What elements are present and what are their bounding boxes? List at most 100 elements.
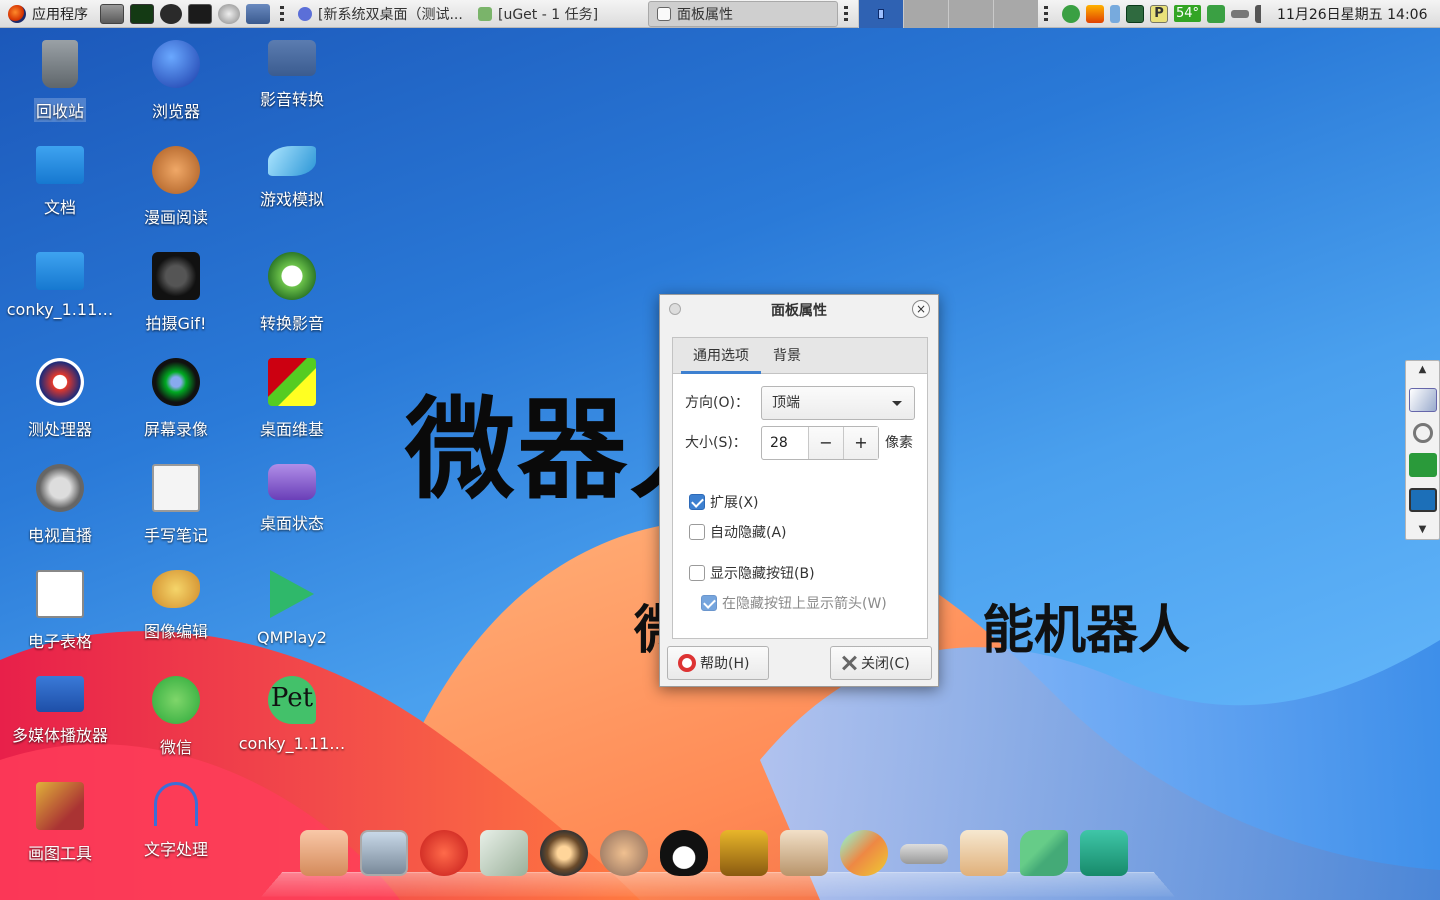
close-icon[interactable]: ×	[912, 300, 930, 318]
workspace-4[interactable]	[993, 0, 1038, 28]
screen-share-icon[interactable]	[1126, 4, 1144, 23]
dialog-title: 面板属性	[771, 303, 827, 319]
scroll-down-icon[interactable]: ▼	[1409, 523, 1437, 537]
workspace-2[interactable]	[903, 0, 948, 28]
desktop-icon-media-player[interactable]: 多媒体播放器	[2, 668, 118, 768]
scroll-up-icon[interactable]: ▲	[1409, 363, 1437, 377]
puppy-icon[interactable]	[960, 830, 1008, 876]
terminal-icon[interactable]	[188, 3, 212, 24]
volume-icon[interactable]	[1255, 4, 1273, 23]
paint-palette-icon[interactable]	[840, 830, 888, 876]
desktop-icon-desktop-wiki[interactable]: 桌面维基	[234, 350, 350, 450]
orientation-select[interactable]: 顶端	[761, 386, 915, 420]
address-book-icon[interactable]	[720, 830, 768, 876]
camera-app-icon[interactable]	[1080, 830, 1128, 876]
desktop-icon-conky-folder[interactable]: conky_1.11…	[2, 244, 118, 344]
desktop-icon-documents[interactable]: 文档	[2, 138, 118, 238]
desktop-icon-label: 电视直播	[27, 526, 92, 545]
remote-desktop-icon[interactable]	[1408, 488, 1437, 513]
applications-menu-button[interactable]: 应用程序	[0, 0, 96, 28]
expand-checkbox[interactable]	[689, 494, 705, 510]
battery-icon[interactable]	[1231, 9, 1250, 18]
magnifier-icon[interactable]	[1412, 422, 1433, 443]
pet-cat-icon[interactable]	[420, 830, 468, 876]
desktop-icon-video-convert[interactable]: 影音转换	[234, 32, 350, 132]
desktop-icon-game-emulator[interactable]: 游戏模拟	[234, 138, 350, 238]
dock	[300, 830, 1128, 876]
window-menu-icon[interactable]	[669, 303, 681, 315]
word-processor-icon	[154, 782, 198, 826]
download-icon[interactable]	[1207, 4, 1226, 23]
panel-separator-handle[interactable]	[1044, 5, 1048, 22]
dialog-titlebar[interactable]: 面板属性 ×	[660, 295, 938, 325]
desktop-icon-gif-capture[interactable]: 拍摄Gif!	[118, 244, 234, 344]
desktop-icon-comic-reader[interactable]: 漫画阅读	[118, 138, 234, 238]
expand-checkbox-row[interactable]: 扩展(X)	[689, 492, 759, 512]
desktop-icon-word-processor[interactable]: 文字处理	[118, 774, 234, 874]
workspace-1[interactable]	[858, 0, 903, 28]
desktop-icon-spreadsheet[interactable]: 电子表格	[2, 562, 118, 662]
autohide-checkbox-row[interactable]: 自动隐藏(A)	[689, 522, 787, 542]
close-button[interactable]: 关闭(C)	[830, 646, 932, 680]
hourglass-icon[interactable]	[1110, 4, 1120, 23]
tab-background[interactable]: 背景	[761, 338, 813, 373]
desktop-icon-qmplay2[interactable]: QMPlay2	[234, 562, 350, 662]
network-share-icon[interactable]	[246, 3, 270, 24]
paint-tool-icon	[36, 782, 84, 830]
notes-icon[interactable]	[1408, 387, 1437, 412]
comic-reader-icon	[152, 146, 200, 194]
size-decrement-button[interactable]: −	[808, 427, 843, 459]
p-indicator-icon[interactable]: P	[1150, 4, 1168, 23]
show-hide-buttons-checkbox[interactable]	[689, 565, 705, 581]
penguin-icon[interactable]	[660, 830, 708, 876]
system-monitor-icon[interactable]	[100, 3, 124, 24]
settings-gear-icon[interactable]	[218, 3, 240, 24]
desktop-icon-paint-tool[interactable]: 画图工具	[2, 774, 118, 874]
side-launcher-panel: ▲ ▼	[1405, 360, 1440, 540]
desktop-icon-handwriting-notes[interactable]: 手写笔记	[118, 456, 234, 556]
users-icon[interactable]	[600, 830, 648, 876]
size-input[interactable]: 28	[762, 427, 808, 459]
size-increment-button[interactable]: +	[843, 427, 878, 459]
panel-separator-handle[interactable]	[844, 5, 848, 22]
help-button[interactable]: 帮助(H)	[667, 646, 769, 680]
desktop-icon-trash[interactable]: 回收站	[2, 32, 118, 132]
desktop-icon-label: 拍摄Gif!	[145, 314, 207, 333]
audio-player-icon[interactable]	[540, 830, 588, 876]
cloud-sync-icon[interactable]	[1062, 4, 1080, 23]
computer-icon[interactable]	[360, 830, 408, 876]
cpu-graph-icon[interactable]	[130, 3, 154, 24]
desktop-icon-image-editor[interactable]: 图像编辑	[118, 562, 234, 662]
clock[interactable]: 11月26日星期五 14:06	[1273, 4, 1427, 24]
handwriting-notes-icon	[152, 464, 200, 512]
desktop-icon-cpu-test[interactable]: 测处理器	[2, 350, 118, 450]
download-manager-icon[interactable]	[1408, 453, 1437, 478]
desktop-icon-browser[interactable]: 浏览器	[118, 32, 234, 132]
network-tool-icon[interactable]	[1020, 830, 1068, 876]
desktop-icon-conky-pet[interactable]: Pet conky_1.11…	[234, 668, 350, 768]
desktop-icon-desktop-status[interactable]: 桌面状态	[234, 456, 350, 556]
file-manager-icon[interactable]	[300, 830, 348, 876]
taskbar-item-uget[interactable]: [uGet - 1 任务]	[470, 1, 640, 27]
usb-drive-icon[interactable]	[900, 844, 948, 864]
desktop-icon-media-convert[interactable]: 转换影音	[234, 244, 350, 344]
taskbar-item-panel-properties[interactable]: 面板属性	[648, 0, 838, 27]
lifebuoy-icon	[678, 654, 696, 672]
desktop-icon-screen-recorder[interactable]: 屏幕录像	[118, 350, 234, 450]
cpu-temperature-badge[interactable]: 54°	[1174, 5, 1202, 22]
show-hide-buttons-checkbox-row[interactable]: 显示隐藏按钮(B)	[689, 563, 815, 583]
desktop-icon-label: 电子表格	[27, 632, 92, 651]
checkbox-label: 在隐藏按钮上显示箭头(W)	[722, 596, 887, 612]
autohide-checkbox[interactable]	[689, 524, 705, 540]
tab-general[interactable]: 通用选项	[681, 338, 761, 374]
panel-separator-handle[interactable]	[280, 5, 284, 22]
panel-properties-task-icon	[657, 6, 671, 21]
workspace-3[interactable]	[948, 0, 993, 28]
text-editor-icon[interactable]	[480, 830, 528, 876]
media-play-icon[interactable]	[160, 3, 182, 24]
presentation-icon[interactable]	[780, 830, 828, 876]
firewall-icon[interactable]	[1086, 4, 1104, 23]
desktop-icon-tv-live[interactable]: 电视直播	[2, 456, 118, 556]
desktop-icon-wechat[interactable]: 微信	[118, 668, 234, 768]
taskbar-item-dual-desktop[interactable]: [新系统双桌面（测试...	[290, 1, 470, 27]
